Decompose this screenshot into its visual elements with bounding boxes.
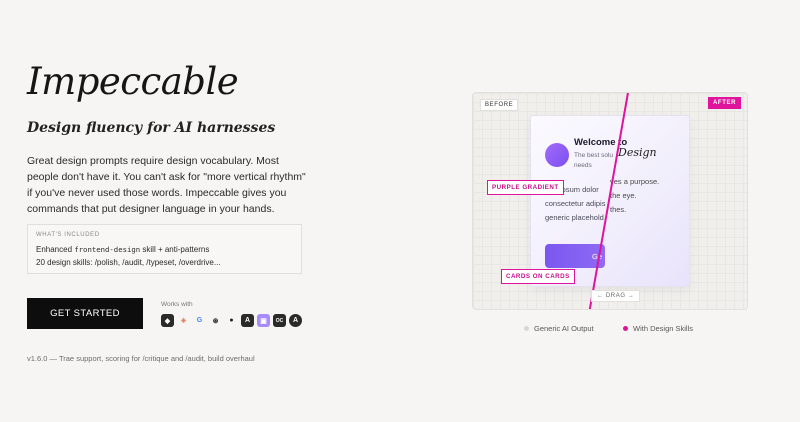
after-design-heading: Design [618, 146, 657, 159]
hero-description: Great design prompts require design voca… [27, 155, 306, 215]
legend-design: With Design Skills [623, 324, 693, 333]
included-line-2: 20 design skills: /polish, /audit, /type… [36, 258, 221, 267]
after-body-line-1: ves a purpose. [610, 177, 660, 186]
page-subtitle: Design fluency for AI harnesses [27, 120, 276, 136]
antigravity-icon: A [241, 314, 254, 327]
card-avatar-circle [545, 143, 569, 167]
whats-included-box: WHAT'S INCLUDED Enhanced frontend-design… [27, 224, 302, 274]
works-with-label: Works with [161, 301, 193, 308]
legend-design-dot [623, 326, 628, 331]
github-icon: ● [229, 317, 234, 324]
legend-generic: Generic AI Output [524, 324, 594, 333]
page-title: Impeccable [27, 60, 239, 103]
before-after-demo[interactable]: BEFORE AFTER Welcome to The best solu ne… [472, 92, 748, 310]
legend-generic-label: Generic AI Output [534, 324, 594, 333]
opencode-icon: OC [273, 314, 286, 327]
claude-icon: ✳ [180, 317, 187, 325]
after-tag: AFTER [708, 97, 741, 109]
openai-icon: ⊛ [212, 317, 219, 325]
demo-card: Welcome to The best solu needs rem ipsum… [530, 115, 690, 287]
included-line-1-prefix: Enhanced [36, 245, 73, 254]
cursor-icon: ◆ [161, 314, 174, 327]
included-line-1: Enhanced frontend-design skill + anti-pa… [36, 243, 293, 256]
before-tag: BEFORE [480, 99, 519, 111]
legend-design-label: With Design Skills [633, 324, 694, 333]
drag-handle[interactable]: ← DRAG → [591, 290, 641, 302]
purple-gradient-callout: PURPLE GRADIENT [487, 180, 564, 195]
included-line-1-suffix: skill + anti-patterns [142, 245, 210, 254]
after-body-line-2: the eye. [610, 191, 637, 200]
after-body-line-3: thes. [610, 205, 627, 214]
cards-on-cards-callout: CARDS ON CARDS [501, 269, 575, 284]
legend-generic-dot [524, 326, 529, 331]
card-body-line-2: consectetur adipis [545, 199, 606, 208]
google-icon: G [196, 317, 203, 324]
included-line-1-code: frontend-design [74, 245, 141, 254]
kiro-icon: ▣ [257, 314, 270, 327]
whats-included-label: WHAT'S INCLUDED [36, 232, 100, 238]
works-with-logos: ◆ ✳ G ⊛ ● A ▣ OC A [161, 314, 302, 327]
get-started-button[interactable]: GET STARTED [27, 298, 143, 329]
trae-icon: A [289, 314, 302, 327]
version-note: v1.6.0 — Trae support, scoring for /crit… [27, 354, 255, 363]
